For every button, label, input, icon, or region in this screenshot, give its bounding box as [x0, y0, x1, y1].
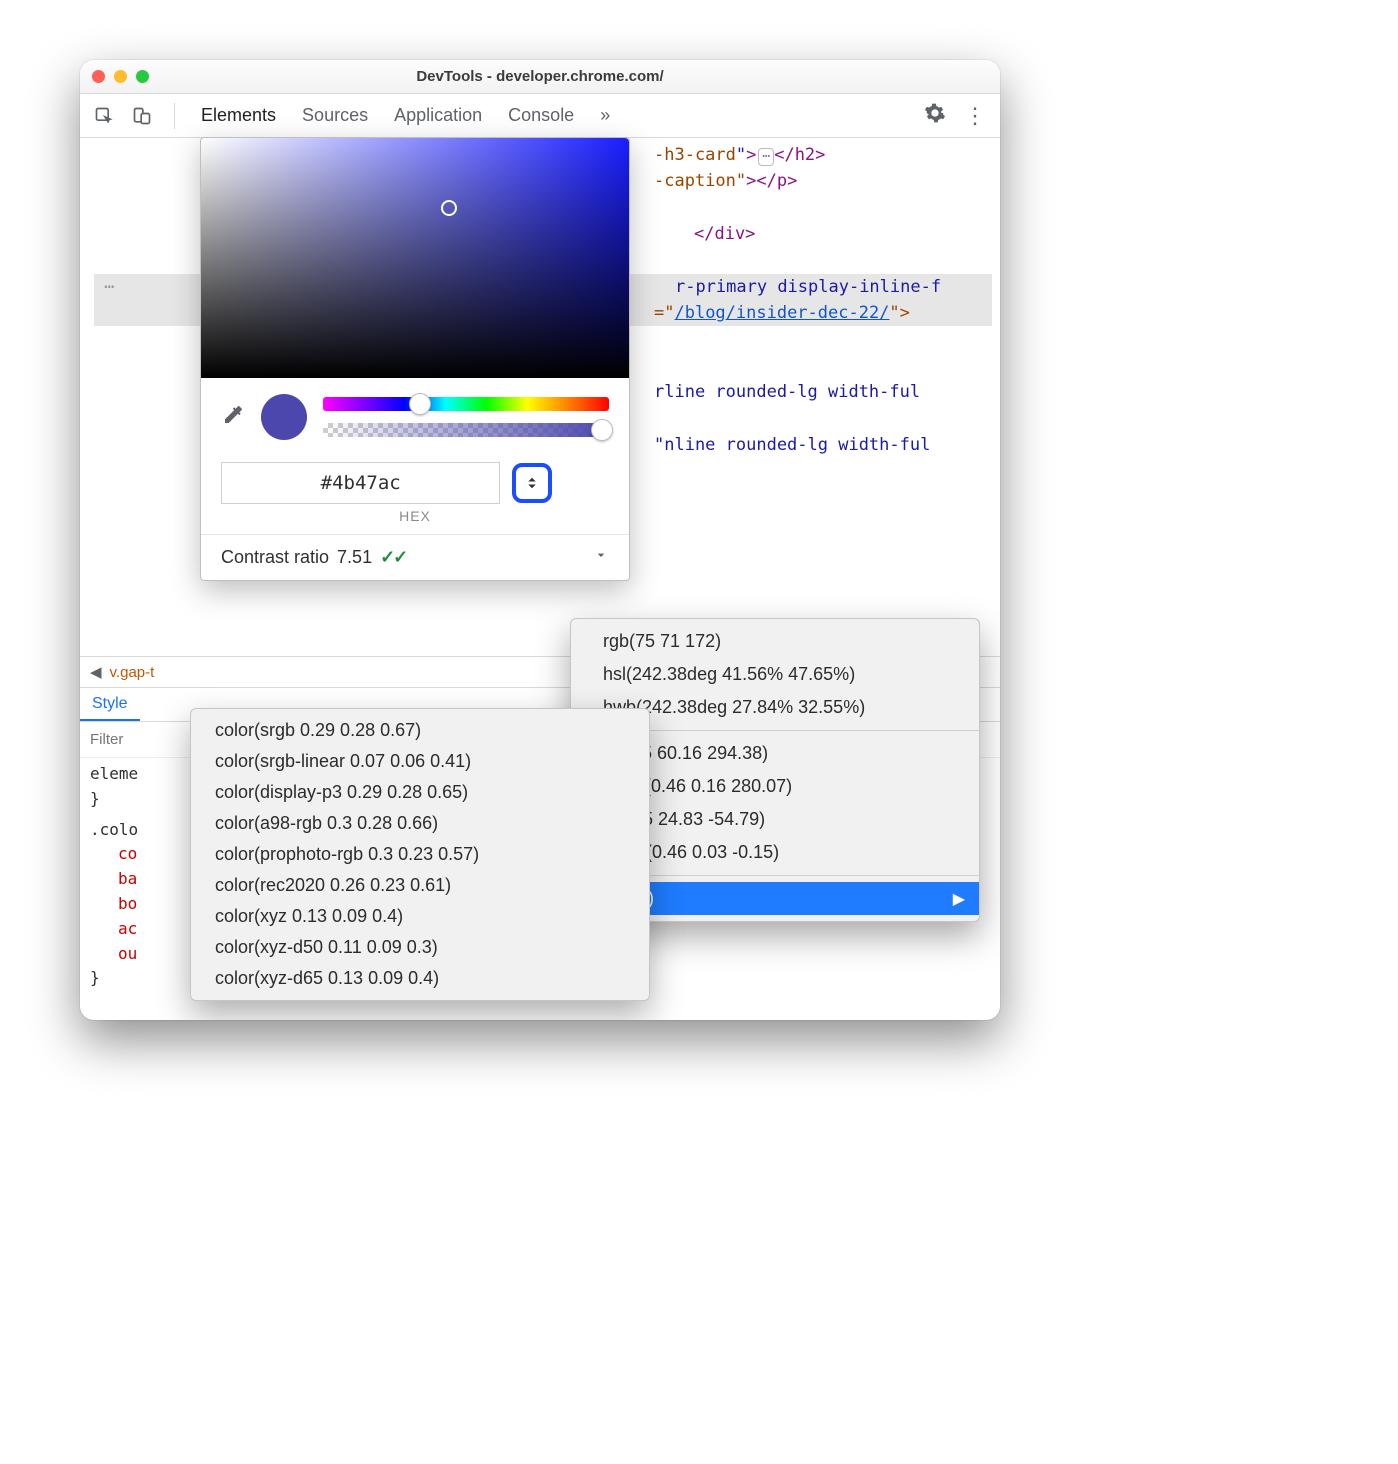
tab-application[interactable]: Application [390, 105, 486, 126]
css-prop: co [118, 844, 137, 863]
tab-console[interactable]: Console [504, 105, 578, 126]
titlebar: DevTools - developer.chrome.com/ [80, 60, 1000, 94]
submenu-item-srgb[interactable]: color(srgb 0.29 0.28 0.67) [191, 715, 649, 746]
color-spectrum[interactable] [201, 138, 629, 378]
menu-item-hsl[interactable]: hsl(242.38deg 41.56% 47.65%) [571, 658, 979, 691]
tab-styles[interactable]: Style [80, 689, 140, 721]
current-color-swatch[interactable] [261, 394, 307, 440]
chevron-right-icon: ▶ [953, 889, 965, 909]
format-label: HEX [201, 508, 629, 524]
menu-item-rgb[interactable]: rgb(75 71 172) [571, 625, 979, 658]
contrast-value: 7.51 [337, 547, 372, 568]
ellipsis-icon[interactable]: ⋯ [758, 148, 774, 166]
dom-link[interactable]: /blog/insider-dec-22/ [674, 303, 889, 323]
submenu-item-xyz[interactable]: color(xyz 0.13 0.09 0.4) [191, 901, 649, 932]
submenu-item-xyz-d65[interactable]: color(xyz-d65 0.13 0.09 0.4) [191, 963, 649, 994]
tab-sources[interactable]: Sources [298, 105, 372, 126]
hue-handle[interactable] [409, 393, 431, 415]
alpha-handle[interactable] [591, 419, 613, 441]
breadcrumb-item[interactable]: v.gap-t [110, 664, 155, 681]
css-selector: .colo [90, 820, 138, 839]
window-title: DevTools - developer.chrome.com/ [80, 68, 1000, 85]
kebab-icon[interactable]: ⋮ [964, 110, 986, 121]
more-tabs-icon[interactable]: » [596, 105, 614, 126]
dom-text: </h2> [774, 145, 825, 165]
css-brace: } [90, 968, 100, 987]
gear-icon[interactable] [924, 102, 946, 129]
dom-text: -caption" [654, 171, 746, 191]
device-toggle-icon[interactable] [132, 106, 152, 126]
css-prop: ou [118, 944, 137, 963]
dom-text: rline rounded-lg width-ful [654, 382, 920, 402]
css-selector: eleme [90, 764, 138, 783]
dom-text: > [746, 145, 756, 165]
dom-text: ></p> [746, 171, 797, 191]
css-brace: } [90, 789, 100, 808]
css-prop: ba [118, 869, 137, 888]
contrast-row[interactable]: Contrast ratio 7.51 ✓✓ [201, 535, 629, 580]
dom-text: </div> [694, 224, 755, 244]
dom-text: -h3-card [654, 145, 736, 165]
submenu-item-a98[interactable]: color(a98-rgb 0.3 0.28 0.66) [191, 808, 649, 839]
eyedropper-icon[interactable] [221, 403, 245, 432]
format-toggle-button[interactable] [512, 463, 552, 503]
submenu-item-prophoto[interactable]: color(prophoto-rgb 0.3 0.23 0.57) [191, 839, 649, 870]
dom-text: =" [654, 303, 674, 323]
hue-slider[interactable] [323, 397, 609, 411]
css-prop: ac [118, 919, 137, 938]
submenu-item-srgb-linear[interactable]: color(srgb-linear 0.07 0.06 0.41) [191, 746, 649, 777]
dom-text: r-primary display-inline-f [675, 277, 941, 297]
devtools-window: DevTools - developer.chrome.com/ Element… [80, 60, 1000, 1020]
submenu-item-display-p3[interactable]: color(display-p3 0.29 0.28 0.65) [191, 777, 649, 808]
submenu-item-rec2020[interactable]: color(rec2020 0.26 0.23 0.61) [191, 870, 649, 901]
alpha-slider[interactable] [323, 423, 609, 437]
hex-input[interactable] [221, 462, 500, 504]
chevron-down-icon[interactable] [593, 547, 609, 568]
panel-content: -h3-card">⋯</h2> -caption"></p> </div> ⋯… [80, 138, 1000, 1020]
separator [174, 103, 175, 129]
inspect-icon[interactable] [94, 106, 114, 126]
tab-elements[interactable]: Elements [197, 105, 280, 126]
color-picker: HEX Contrast ratio 7.51 ✓✓ [200, 137, 630, 581]
colorfn-submenu: color(srgb 0.29 0.28 0.67) color(srgb-li… [190, 708, 650, 1001]
spectrum-handle[interactable] [441, 200, 457, 216]
css-prop: bo [118, 894, 137, 913]
chevron-left-icon[interactable]: ◀ [90, 663, 102, 681]
dom-text: "> [889, 303, 909, 323]
dom-text: "nline rounded-lg width-ful [654, 435, 930, 455]
submenu-item-xyz-d50[interactable]: color(xyz-d50 0.11 0.09 0.3) [191, 932, 649, 963]
check-icon: ✓✓ [380, 547, 406, 568]
contrast-label: Contrast ratio [221, 547, 329, 568]
devtools-toolbar: Elements Sources Application Console » ⋮ [80, 94, 1000, 138]
